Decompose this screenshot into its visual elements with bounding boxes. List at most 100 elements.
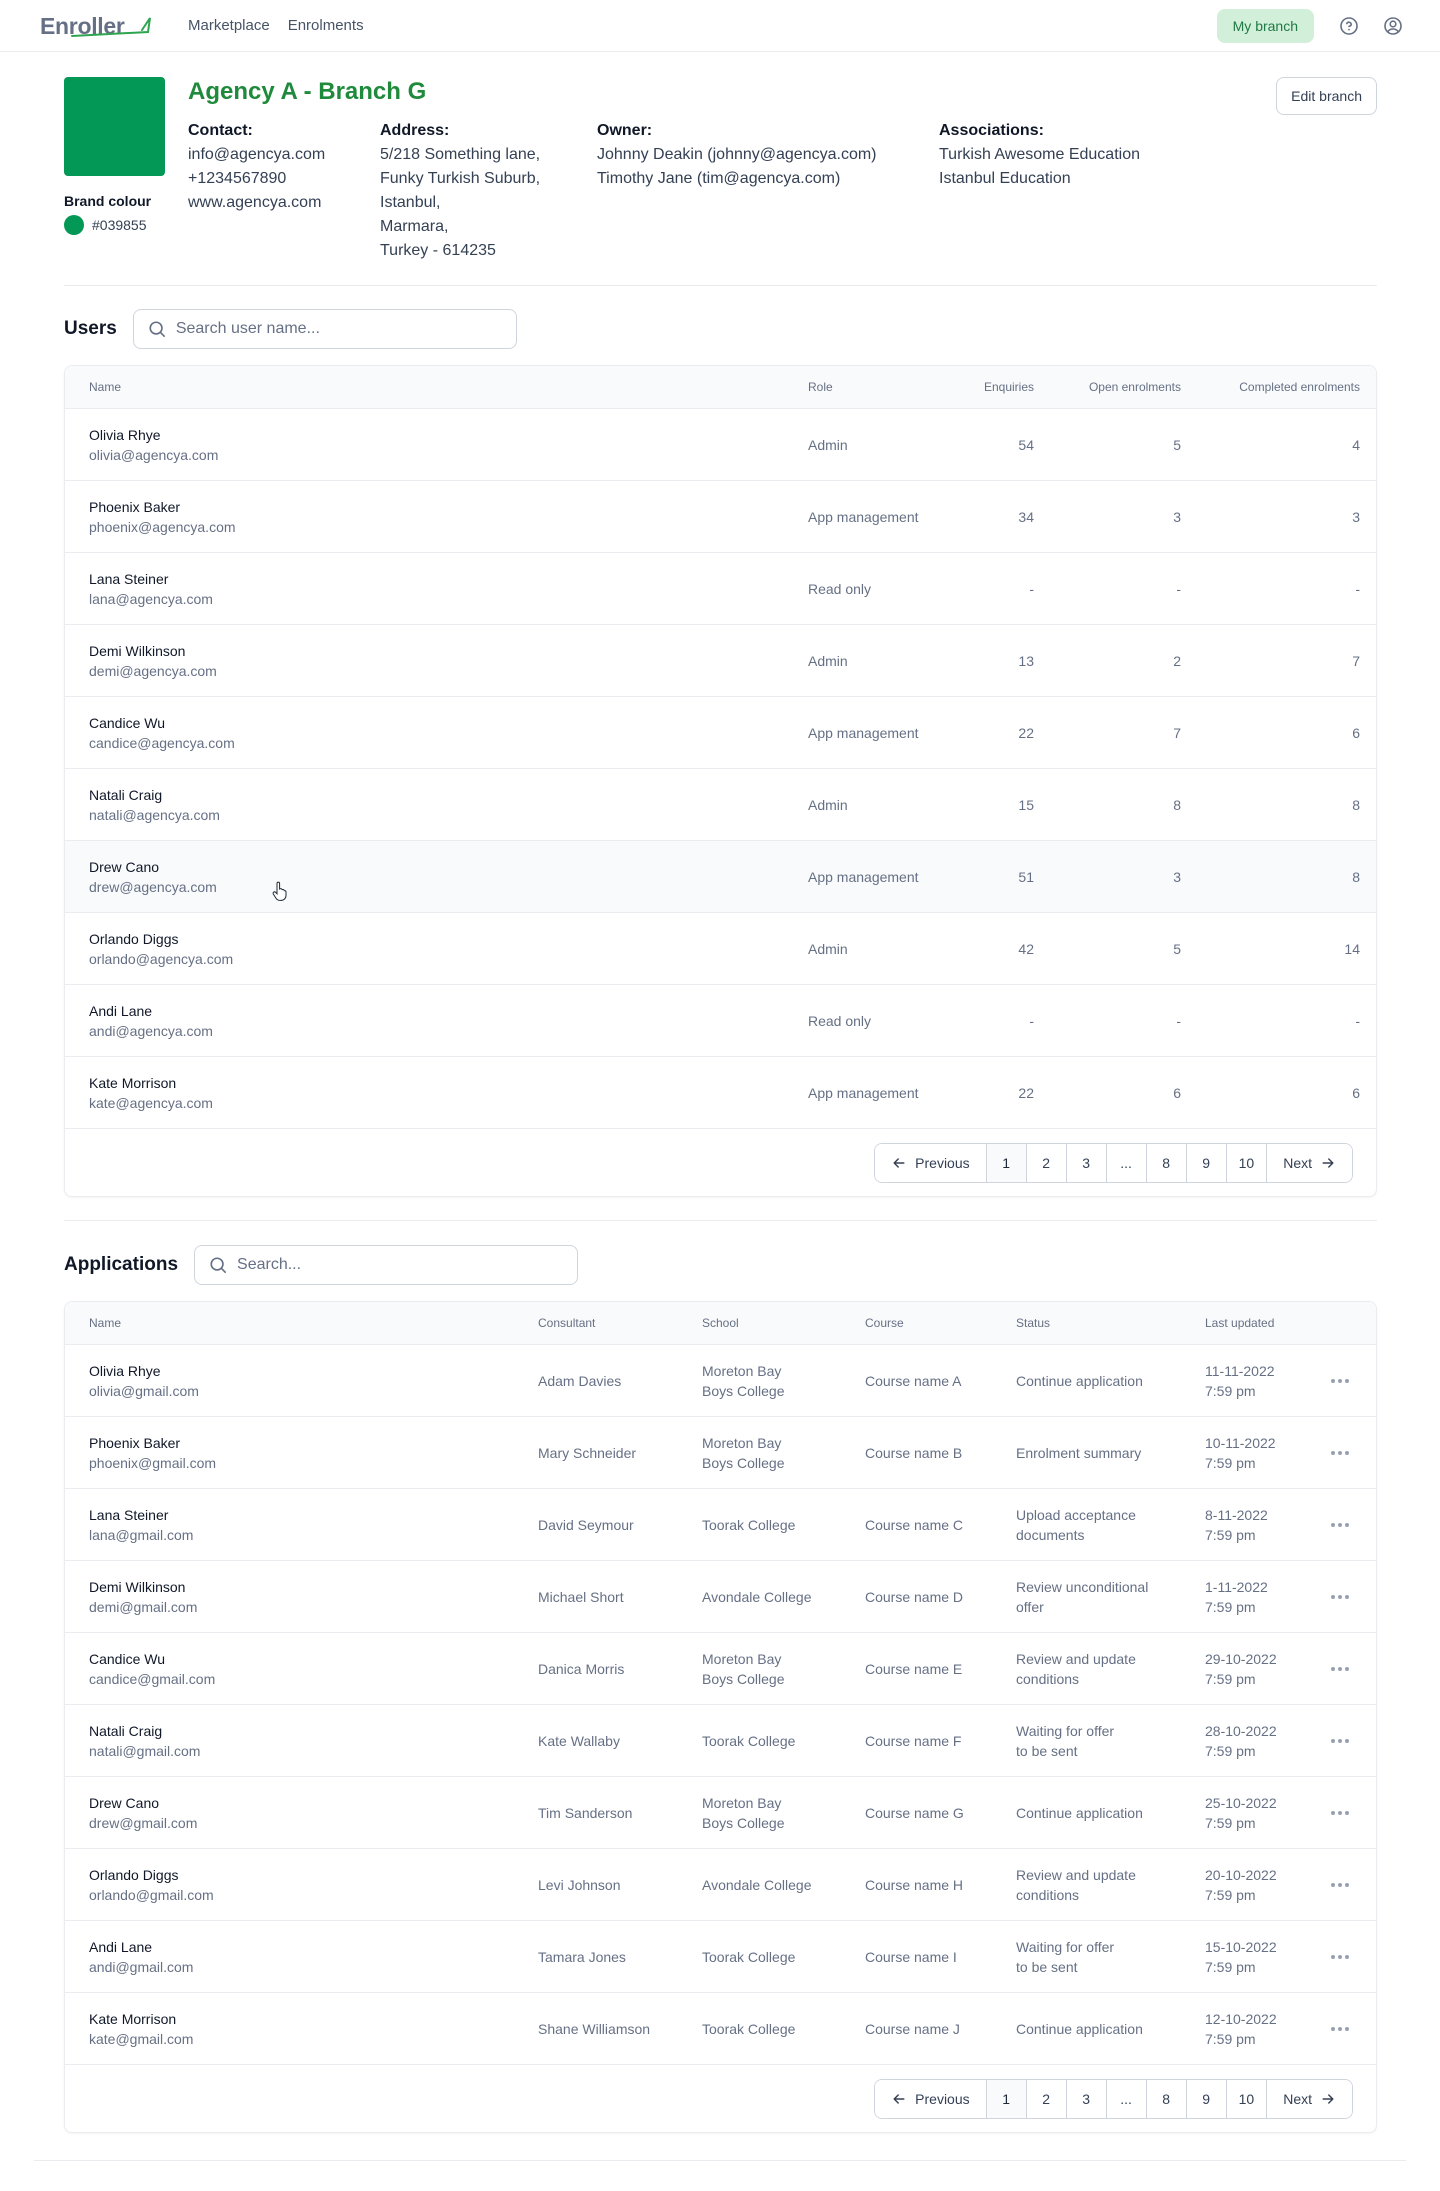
- user-circle-icon[interactable]: [1380, 13, 1406, 39]
- application-row[interactable]: Demi Wilkinson demi@gmail.com Michael Shor…: [65, 1561, 1376, 1633]
- more-horizontal-icon[interactable]: [1331, 1522, 1349, 1527]
- page-button-9[interactable]: 9: [1186, 2079, 1227, 2118]
- user-row[interactable]: Candice Wu candice@agencya.com App managem…: [65, 697, 1376, 769]
- user-row[interactable]: Demi Wilkinson demi@agencya.com Admin 13 2 7: [65, 625, 1376, 697]
- application-course: Course name F: [865, 1732, 962, 1749]
- application-row[interactable]: Orlando Diggs orlando@gmail.com Levi Johns…: [65, 1849, 1376, 1921]
- page-button-2[interactable]: 2: [1026, 2079, 1067, 2118]
- next-page-button[interactable]: Next: [1267, 1143, 1352, 1182]
- user-row[interactable]: Lana Steiner lana@agencya.com Read only - - -: [65, 553, 1376, 625]
- application-status: Upload acceptance documents: [1016, 1505, 1205, 1545]
- last-updated-time: 7:59 pm: [1205, 1382, 1256, 1399]
- application-row[interactable]: Andi Lane andi@gmail.com Tamara Jones Toora…: [65, 1921, 1376, 1993]
- more-horizontal-icon[interactable]: [1331, 1594, 1349, 1599]
- previous-page-button[interactable]: Previous: [875, 2079, 987, 2118]
- previous-page-button[interactable]: Previous: [875, 1143, 987, 1182]
- user-row[interactable]: Kate Morrison kate@agencya.com App managem…: [65, 1057, 1376, 1129]
- school-line: Moreton Bay: [702, 1362, 782, 1379]
- owner-info: Owner: Johnny Deakin (johnny@agencya.com…: [597, 119, 877, 191]
- applications-search-input[interactable]: Search...: [194, 1245, 579, 1285]
- application-row[interactable]: Phoenix Baker phoenix@gmail.com Mary Schne…: [65, 1417, 1376, 1489]
- column-header-consultant[interactable]: Consultant: [538, 1316, 702, 1330]
- page-button-1[interactable]: 1: [986, 1143, 1027, 1182]
- user-row[interactable]: Natali Craig natali@agencya.com Admin 15 8 8: [65, 769, 1376, 841]
- user-row[interactable]: Phoenix Baker phoenix@agencya.com App mana…: [65, 481, 1376, 553]
- enroller-logo[interactable]: Enroller: [40, 11, 151, 41]
- row-actions-cell: [1325, 2026, 1355, 2031]
- last-updated-date: 12-10-2022: [1205, 2010, 1277, 2027]
- page-button-2[interactable]: 2: [1026, 1143, 1067, 1182]
- next-page-button[interactable]: Next: [1267, 2079, 1352, 2118]
- owner-label: Owner:: [597, 122, 653, 139]
- column-header-course[interactable]: Course: [865, 1316, 1016, 1330]
- column-header-name[interactable]: Name: [89, 1316, 538, 1330]
- my-branch-button[interactable]: My branch: [1216, 8, 1314, 43]
- page-button-10[interactable]: 10: [1226, 2079, 1268, 2118]
- application-row[interactable]: Drew Cano drew@gmail.com Tim Sanderson More…: [65, 1777, 1376, 1849]
- applicant-name: Phoenix Baker: [89, 1434, 181, 1451]
- page-button-3[interactable]: 3: [1066, 2079, 1107, 2118]
- more-horizontal-icon[interactable]: [1331, 1882, 1349, 1887]
- owner-line: Johnny Deakin (johnny@agencya.com): [597, 146, 877, 163]
- application-row[interactable]: Candice Wu candice@gmail.com Danica Morris…: [65, 1633, 1376, 1705]
- user-role: Read only: [808, 1012, 872, 1029]
- application-row[interactable]: Kate Morrison kate@gmail.com Shane William…: [65, 1993, 1376, 2065]
- status-line: Enrolment summary: [1016, 1444, 1142, 1461]
- column-header-school[interactable]: School: [702, 1316, 865, 1330]
- more-horizontal-icon[interactable]: [1331, 1450, 1349, 1455]
- column-header-last-updated[interactable]: Last updated: [1205, 1316, 1325, 1330]
- user-row[interactable]: Olivia Rhye olivia@agencya.com Admin 54 5 4: [65, 409, 1376, 481]
- user-email: candice@agencya.com: [89, 734, 235, 751]
- application-school: Moreton Bay Boys College: [702, 1649, 865, 1689]
- column-header-status[interactable]: Status: [1016, 1316, 1205, 1330]
- more-horizontal-icon[interactable]: [1331, 2026, 1349, 2031]
- page-button-3[interactable]: 3: [1066, 1143, 1107, 1182]
- application-course: Course name I: [865, 1948, 957, 1965]
- address-line: 5/218 Something lane,: [380, 146, 541, 163]
- more-horizontal-icon[interactable]: [1331, 1810, 1349, 1815]
- help-circle-icon[interactable]: [1336, 13, 1362, 39]
- application-last-updated: 8-11-2022 7:59 pm: [1205, 1505, 1325, 1545]
- more-horizontal-icon[interactable]: [1331, 1738, 1349, 1743]
- user-row[interactable]: Orlando Diggs orlando@agencya.com Admin 42 5…: [65, 913, 1376, 985]
- application-row[interactable]: Natali Craig natali@gmail.com Kate Wallaby…: [65, 1705, 1376, 1777]
- user-row[interactable]: Andi Lane andi@agencya.com Read only - - -: [65, 985, 1376, 1057]
- application-school: Toorak College: [702, 2019, 865, 2039]
- applicant-name-cell: Lana Steiner lana@gmail.com: [89, 1505, 538, 1545]
- users-title: Users: [64, 318, 117, 339]
- page-button-1[interactable]: 1: [986, 2079, 1027, 2118]
- page-button-8[interactable]: 8: [1146, 1143, 1187, 1182]
- status-line: to be sent: [1016, 1742, 1078, 1759]
- column-header-name[interactable]: Name: [89, 380, 808, 394]
- row-actions-cell: [1325, 1594, 1355, 1599]
- user-completed-enrolments: 4: [1352, 436, 1360, 453]
- page-button-10[interactable]: 10: [1226, 1143, 1268, 1182]
- last-updated-date: 1-11-2022: [1205, 1578, 1268, 1595]
- contact-label: Contact:: [188, 122, 253, 139]
- users-search-input[interactable]: Search user name...: [132, 309, 517, 349]
- user-name: Kate Morrison: [89, 1074, 177, 1091]
- users-table-header: Name Role Enquiries Open enrolments Comp…: [65, 366, 1376, 409]
- user-row[interactable]: Drew Cano drew@agencya.com App management 5…: [65, 841, 1376, 913]
- application-row[interactable]: Olivia Rhye olivia@gmail.com Adam Davies Mo…: [65, 1345, 1376, 1417]
- more-horizontal-icon[interactable]: [1331, 1378, 1349, 1383]
- application-row[interactable]: Lana Steiner lana@gmail.com David Seymour T…: [65, 1489, 1376, 1561]
- edit-branch-button[interactable]: Edit branch: [1276, 77, 1377, 115]
- column-header-completed-enrolments[interactable]: Completed enrolments: [1181, 380, 1360, 394]
- nav-link-enrolments[interactable]: Enrolments: [288, 17, 364, 34]
- column-header-role[interactable]: Role: [808, 380, 938, 394]
- more-horizontal-icon[interactable]: [1331, 1666, 1349, 1671]
- school-line: Avondale College: [702, 1876, 812, 1893]
- page-button-8[interactable]: 8: [1146, 2079, 1187, 2118]
- row-actions-cell: [1325, 1378, 1355, 1383]
- page-button-9[interactable]: 9: [1186, 1143, 1227, 1182]
- application-course: Course name G: [865, 1804, 964, 1821]
- user-role: Admin: [808, 940, 848, 957]
- users-search-placeholder: Search user name...: [175, 320, 320, 337]
- applicant-name: Lana Steiner: [89, 1506, 169, 1523]
- hand-pointer-cursor-icon: [272, 881, 287, 901]
- column-header-open-enrolments[interactable]: Open enrolments: [1034, 380, 1181, 394]
- more-horizontal-icon[interactable]: [1331, 1954, 1349, 1959]
- column-header-enquiries[interactable]: Enquiries: [938, 380, 1034, 394]
- nav-link-marketplace[interactable]: Marketplace: [188, 17, 270, 34]
